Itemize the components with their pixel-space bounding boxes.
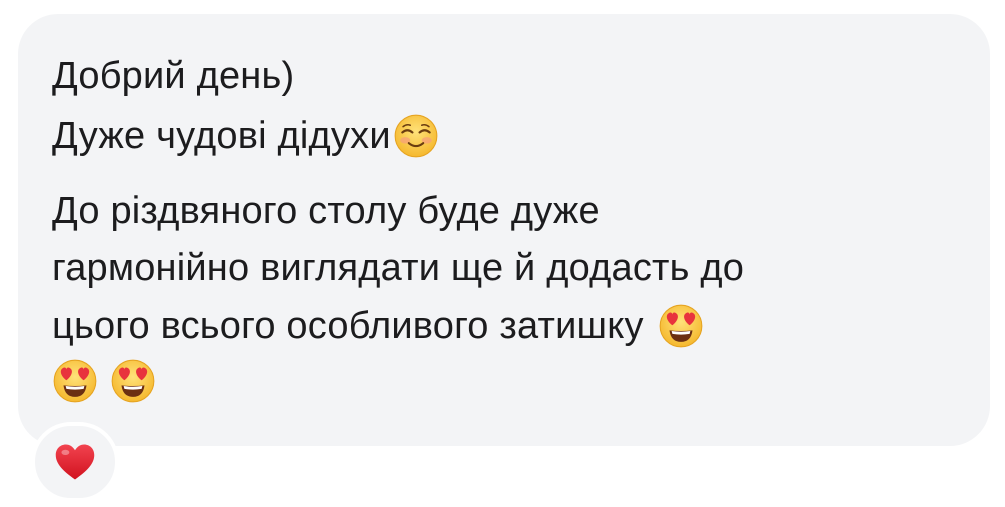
- message-text: гармонійно виглядати ще й додасть до: [52, 247, 745, 289]
- reaction-badge[interactable]: [31, 422, 119, 502]
- red-heart-icon: [55, 444, 95, 480]
- heart-eyes-face-icon: [658, 303, 704, 349]
- message-line: Дуже чудові дідухи: [52, 108, 439, 164]
- message-line: гармонійно виглядати ще й додасть до: [52, 240, 744, 296]
- message-line: До різдвяного столу буде дуже: [52, 183, 600, 239]
- heart-eyes-face-icon: [52, 358, 98, 404]
- message-text: цього всього особливого затишку: [52, 305, 644, 347]
- message-text: До різдвяного столу буде дуже: [52, 190, 600, 232]
- message-text: Дуже чудові дідухи: [52, 115, 391, 157]
- message-text: Добрий день): [52, 55, 295, 97]
- heart-eyes-face-icon: [110, 358, 156, 404]
- message-line: Добрий день): [52, 48, 294, 104]
- smiling-face-with-blush-icon: [393, 113, 439, 159]
- message-line: [52, 358, 156, 404]
- message-line: цього всього особливого затишку: [52, 298, 704, 354]
